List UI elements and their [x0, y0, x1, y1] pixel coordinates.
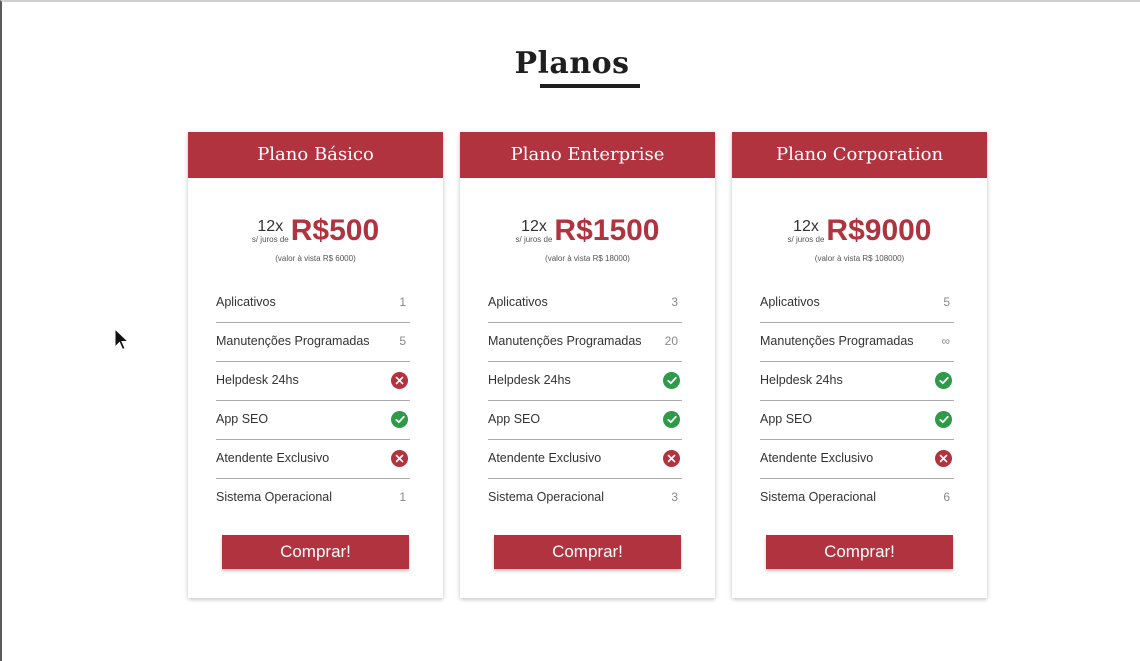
feature-label: Atendente Exclusivo [488, 451, 602, 465]
feature-label: Aplicativos [488, 295, 548, 309]
feature-label: Aplicativos [216, 295, 276, 309]
title-underline [540, 84, 640, 88]
plan-card-corporation: Plano Corporation 12x s/ juros de R$9000… [732, 132, 987, 598]
feature-label: Atendente Exclusivo [760, 451, 874, 465]
feature-label: Atendente Exclusivo [216, 451, 330, 465]
feature-row: Aplicativos 3 [488, 284, 682, 323]
feature-list: Aplicativos 5 Manutenções Programadas ∞ … [760, 284, 954, 517]
buy-button[interactable]: Comprar! [766, 535, 953, 569]
plan-header: Plano Enterprise [460, 132, 715, 178]
installment-count: 12x [793, 218, 819, 235]
feature-value: 20 [664, 334, 678, 348]
mouse-cursor-icon [114, 328, 130, 351]
plan-price: R$1500 [554, 214, 660, 247]
feature-label: Helpdesk 24hs [760, 373, 843, 387]
check-circle-icon [391, 411, 408, 428]
feature-value: 3 [671, 490, 678, 504]
feature-value: ∞ [941, 334, 950, 348]
installment-note: s/ juros de [251, 235, 289, 244]
feature-row: Helpdesk 24hs [760, 362, 954, 401]
feature-label: Helpdesk 24hs [216, 373, 299, 387]
feature-row: Atendente Exclusivo [216, 440, 410, 479]
feature-row: Manutenções Programadas 20 [488, 323, 682, 362]
feature-value: 1 [399, 490, 406, 504]
feature-row: Manutenções Programadas ∞ [760, 323, 954, 362]
x-circle-icon [663, 450, 680, 467]
feature-list: Aplicativos 3 Manutenções Programadas 20… [488, 284, 682, 517]
feature-label: Manutenções Programadas [760, 334, 914, 348]
feature-row: App SEO [760, 401, 954, 440]
plan-card-enterprise: Plano Enterprise 12x s/ juros de R$1500 … [460, 132, 715, 598]
plan-header: Plano Corporation [732, 132, 987, 178]
feature-row: Helpdesk 24hs [216, 362, 410, 401]
feature-value: 3 [671, 295, 678, 309]
check-circle-icon [663, 411, 680, 428]
feature-row: Aplicativos 5 [760, 284, 954, 323]
feature-label: Sistema Operacional [216, 490, 333, 504]
plans-container: Plano Básico 12x s/ juros de R$500 (valo… [188, 132, 988, 598]
feature-value: 5 [399, 334, 406, 348]
browser-viewport: Planos Plano Básico 12x s/ juros de R$50… [0, 0, 1140, 661]
buy-button[interactable]: Comprar! [494, 535, 681, 569]
feature-label: Manutenções Programadas [216, 334, 370, 348]
feature-label: Manutenções Programadas [488, 334, 642, 348]
feature-label: Sistema Operacional [488, 490, 605, 504]
feature-value: 6 [943, 490, 950, 504]
installment-count: 12x [521, 218, 547, 235]
check-circle-icon [663, 372, 680, 389]
feature-row: App SEO [488, 401, 682, 440]
feature-row: Sistema Operacional 1 [216, 479, 410, 517]
feature-row: Atendente Exclusivo [760, 440, 954, 479]
price-block: 12x s/ juros de R$1500 (valor à vista R$… [460, 214, 715, 264]
feature-label: App SEO [216, 412, 269, 426]
price-block: 12x s/ juros de R$9000 (valor à vista R$… [732, 214, 987, 264]
cash-price-note: (valor à vista R$ 18000) [545, 254, 630, 263]
feature-row: Aplicativos 1 [216, 284, 410, 323]
x-circle-icon [935, 450, 952, 467]
cash-price-note: (valor à vista R$ 108000) [814, 254, 905, 263]
x-circle-icon [391, 450, 408, 467]
plan-price: R$9000 [826, 214, 932, 247]
x-circle-icon [391, 372, 408, 389]
feature-list: Aplicativos 1 Manutenções Programadas 5 … [216, 284, 410, 517]
feature-label: Sistema Operacional [760, 490, 877, 504]
buy-button[interactable]: Comprar! [222, 535, 409, 569]
feature-row: Sistema Operacional 6 [760, 479, 954, 517]
feature-value: 1 [399, 295, 406, 309]
plan-header: Plano Básico [188, 132, 443, 178]
check-circle-icon [935, 411, 952, 428]
feature-label: App SEO [488, 412, 541, 426]
installment-count: 12x [257, 218, 284, 235]
feature-label: Aplicativos [760, 295, 820, 309]
plan-card-basico: Plano Básico 12x s/ juros de R$500 (valo… [188, 132, 443, 598]
feature-row: Atendente Exclusivo [488, 440, 682, 479]
price-block: 12x s/ juros de R$500 (valor à vista R$ … [188, 214, 443, 264]
feature-row: Helpdesk 24hs [488, 362, 682, 401]
feature-row: Manutenções Programadas 5 [216, 323, 410, 362]
cash-price-note: (valor à vista R$ 6000) [275, 254, 356, 263]
plan-price: R$500 [290, 214, 380, 247]
check-circle-icon [935, 372, 952, 389]
page-title: Planos [514, 46, 630, 81]
installment-note: s/ juros de [787, 235, 825, 244]
feature-label: Helpdesk 24hs [488, 373, 571, 387]
feature-row: Sistema Operacional 3 [488, 479, 682, 517]
feature-value: 5 [943, 295, 950, 309]
installment-note: s/ juros de [515, 235, 553, 244]
feature-label: App SEO [760, 412, 813, 426]
feature-row: App SEO [216, 401, 410, 440]
